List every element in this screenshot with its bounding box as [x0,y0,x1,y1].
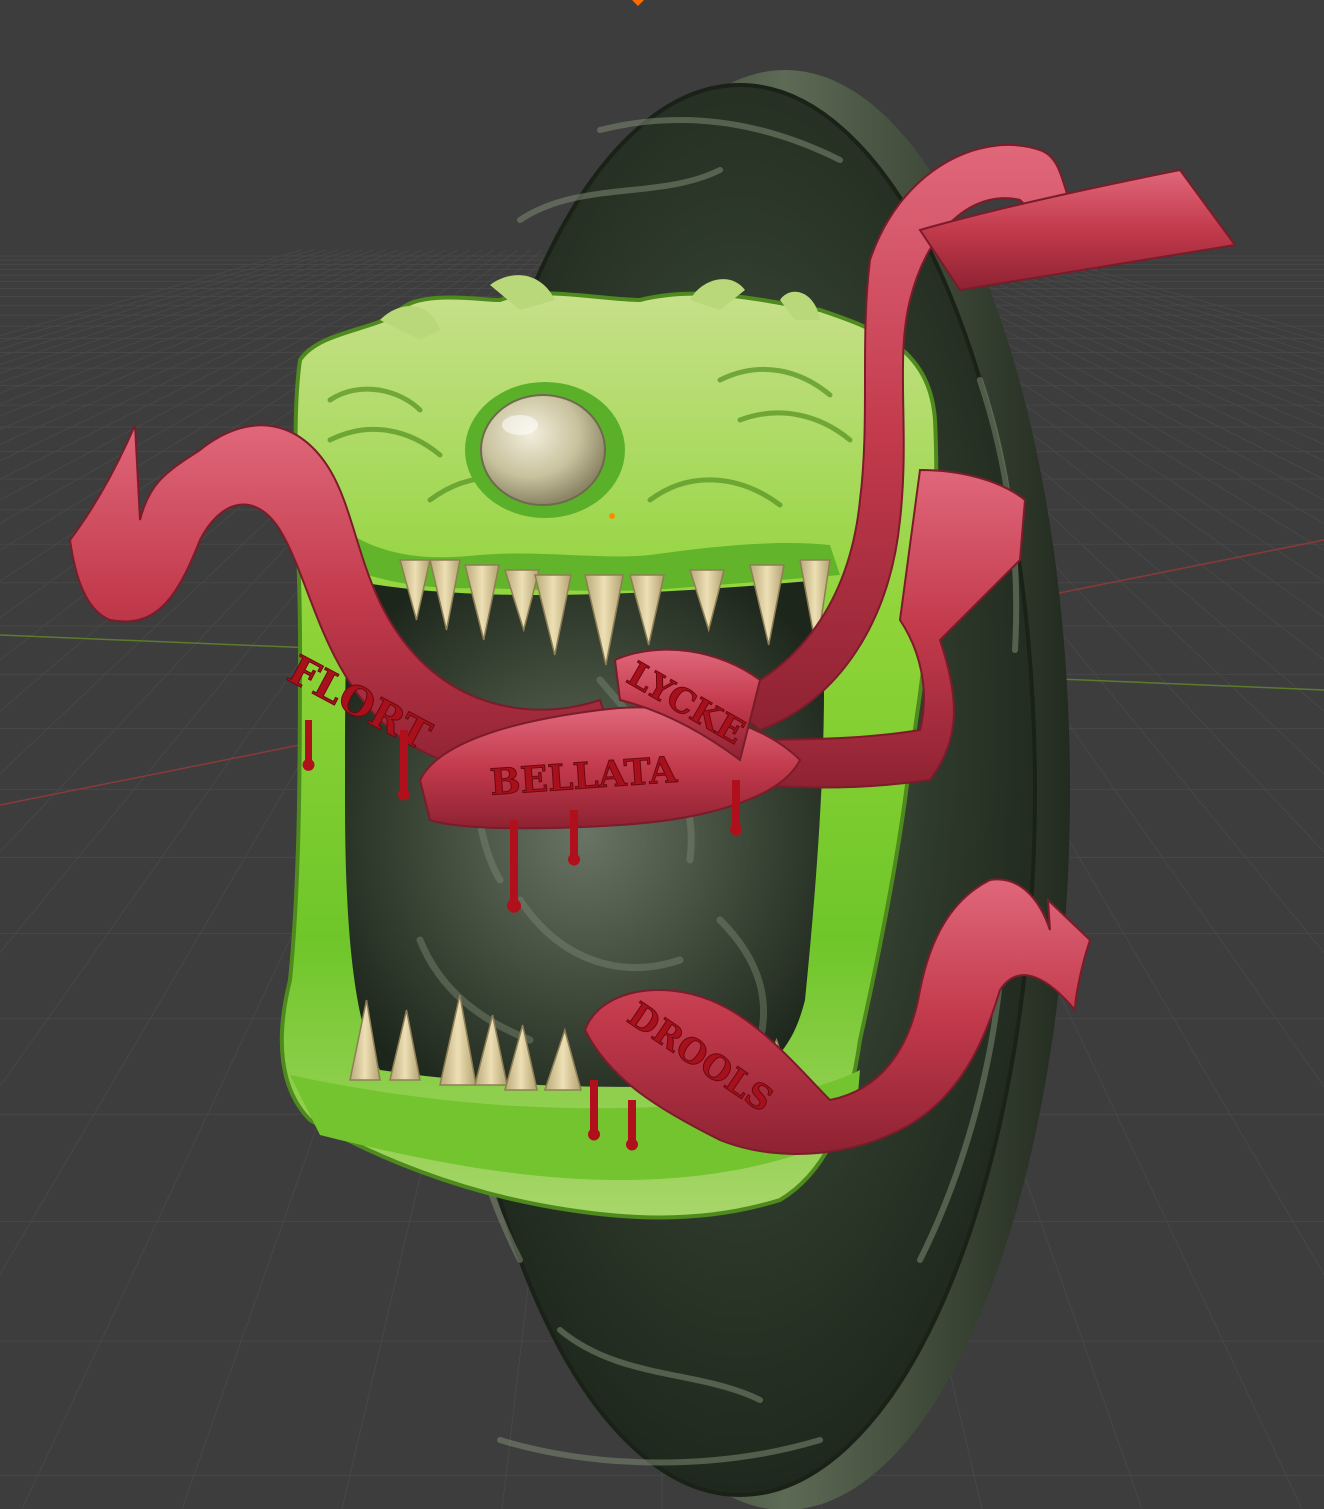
viewport-canvas[interactable]: FLORT BELLATA LYCKE DROOLS [0,0,1324,1509]
3d-viewport[interactable]: FLORT BELLATA LYCKE DROOLS [0,0,1324,1509]
object-origin-icon [609,513,615,519]
cyclops-eye[interactable] [465,382,625,518]
origin-marker-icon [632,0,644,6]
